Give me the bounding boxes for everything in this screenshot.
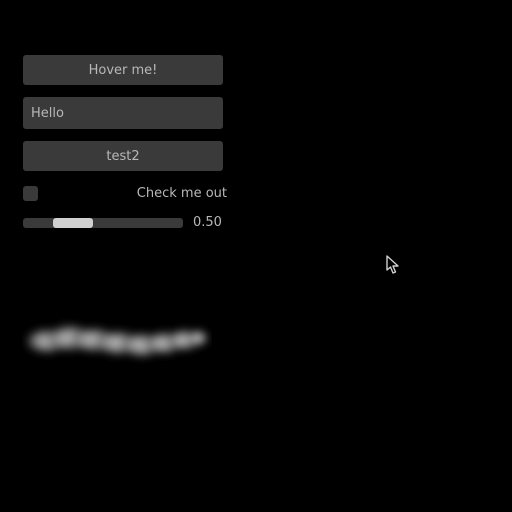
brush-stroke xyxy=(22,313,212,368)
slider-row: 0.50 xyxy=(23,215,253,230)
hover-button[interactable]: Hover me! xyxy=(23,55,223,85)
slider-thumb[interactable] xyxy=(53,218,93,228)
widget-panel: Hover me! Hello test2 Check me out 0.50 xyxy=(23,55,228,230)
cursor-icon xyxy=(386,255,400,275)
test2-button-label: test2 xyxy=(106,149,139,164)
checkbox-row: Check me out xyxy=(23,183,227,203)
text-input[interactable]: Hello xyxy=(23,97,223,129)
text-input-value: Hello xyxy=(31,106,64,121)
slider-value: 0.50 xyxy=(193,215,222,230)
checkbox-label: Check me out xyxy=(137,186,227,201)
hover-button-label: Hover me! xyxy=(89,63,158,78)
slider-track[interactable] xyxy=(23,218,183,228)
test2-button[interactable]: test2 xyxy=(23,141,223,171)
checkbox[interactable] xyxy=(23,186,38,201)
